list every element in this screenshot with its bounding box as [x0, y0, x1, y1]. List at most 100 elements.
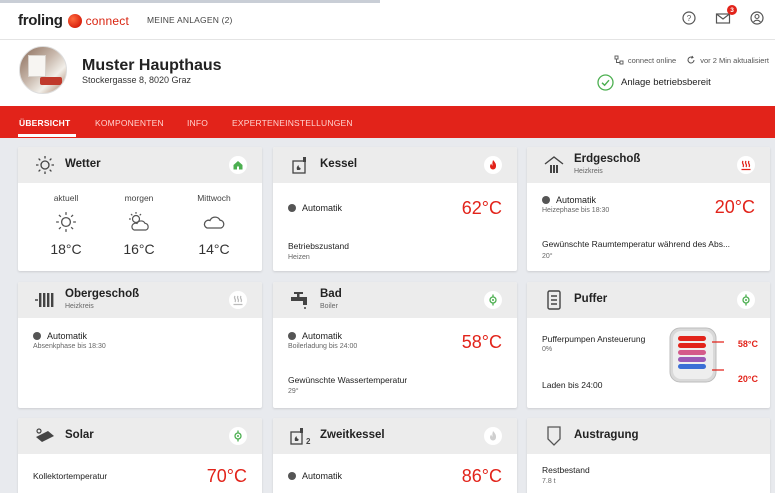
radiator-icon — [33, 289, 57, 311]
phase-text: Heizephase bis 18:30 — [542, 207, 610, 214]
second-boiler-temp: 86°C — [461, 466, 502, 486]
clock-icon — [33, 332, 41, 340]
svg-text:2: 2 — [306, 437, 311, 446]
tab-info[interactable]: INFO — [187, 118, 208, 128]
flame-icon[interactable] — [484, 156, 502, 174]
weather-temp: 18°C — [50, 241, 82, 257]
buffer-temp-bottom: 20°C — [737, 374, 758, 384]
nav-meine-anlagen[interactable]: MEINE ANLAGEN (2) — [147, 15, 233, 25]
card-header: 2 Zweitkessel — [273, 418, 517, 454]
last-updated: vor 2 Min aktualisiert — [700, 55, 769, 65]
card-puffer[interactable]: Puffer Pufferpumpen Ansteuerung 0% Laden… — [527, 282, 770, 408]
stock-value: 7.8 t — [542, 478, 556, 485]
top-icons: ? 3 — [679, 5, 767, 28]
account-icon[interactable] — [747, 8, 767, 28]
card-header: Solar — [18, 418, 262, 454]
card-header: Obergeschoß Heizkreis — [18, 282, 262, 318]
target-label: Gewünschte Wassertemperatur — [288, 375, 408, 385]
card-header: Kessel — [273, 147, 517, 183]
svg-text:?: ? — [687, 14, 692, 23]
buffer-temp-top: 58°C — [737, 339, 758, 349]
home-icon[interactable] — [229, 156, 247, 174]
phase-text: Boilerladung bis 24:00 — [288, 343, 358, 350]
mode-label: Automatik — [302, 331, 343, 341]
tab-uebersicht[interactable]: ÜBERSICHT — [19, 118, 70, 128]
refresh-icon[interactable] — [686, 55, 696, 65]
avatar-window — [28, 55, 46, 77]
tap-icon — [288, 289, 312, 311]
avatar — [19, 46, 67, 94]
heating-active-icon[interactable] — [737, 156, 755, 174]
target-value: 29° — [288, 388, 299, 395]
mode-label: Automatik — [47, 331, 88, 341]
connection-status: connect online vor 2 Min aktualisiert — [614, 55, 769, 65]
pump-icon[interactable] — [229, 427, 247, 445]
card-header: Puffer — [527, 282, 770, 318]
house-radiator-icon — [542, 154, 566, 176]
card-erdgeschoss[interactable]: Erdgeschoß Heizkreis Automatik Heizephas… — [527, 147, 770, 271]
tab-komponenten[interactable]: KOMPONENTEN — [95, 118, 164, 128]
mode-indicator: Automatik — [542, 195, 596, 205]
card-kessel[interactable]: Kessel Automatik 62°C Betriebszustand He… — [273, 147, 517, 271]
tab-experteneinstellungen[interactable]: EXPERTENEINSTELLUNGEN — [232, 118, 353, 128]
card-title: Obergeschoß — [65, 288, 140, 300]
clock-icon — [288, 472, 296, 480]
buffer-tank-icon — [542, 289, 566, 311]
mode-indicator: Automatik — [288, 471, 342, 481]
card-subtitle: Heizkreis — [65, 303, 94, 310]
check-circle-icon — [597, 74, 614, 91]
heating-inactive-icon[interactable] — [229, 291, 247, 309]
card-austragung[interactable]: Austragung Restbestand 7.8 t — [527, 418, 770, 493]
mode-label: Automatik — [302, 471, 343, 481]
card-subtitle: Boiler — [320, 303, 338, 310]
avatar-sofa — [40, 77, 62, 85]
card-solar[interactable]: Solar Kollektortemperatur 70°C — [18, 418, 262, 493]
pump-icon[interactable] — [737, 291, 755, 309]
logo-dot-icon — [67, 13, 82, 28]
weather-temp: 16°C — [123, 241, 155, 257]
boiler-icon — [288, 154, 312, 176]
card-header: Erdgeschoß Heizkreis — [527, 147, 770, 183]
card-title: Erdgeschoß — [574, 153, 641, 165]
buffer-tank-graphic — [668, 326, 724, 384]
card-title: Austragung — [574, 429, 639, 441]
partly-cloudy-icon — [109, 211, 169, 233]
flame-inactive-icon[interactable] — [484, 427, 502, 445]
card-title: Solar — [65, 429, 94, 441]
card-subtitle: Heizkreis — [574, 168, 603, 175]
pump-value: 0% — [542, 346, 553, 353]
silo-icon — [542, 425, 566, 447]
card-wetter[interactable]: Wetter aktuell morgen Mittwoch 18°C 16°C… — [18, 147, 262, 271]
collector-temp: 70°C — [206, 466, 247, 486]
card-title: Zweitkessel — [320, 429, 385, 441]
connect-status-text: connect online — [627, 55, 677, 65]
weather-temp: 14°C — [198, 241, 230, 257]
card-obergeschoss[interactable]: Obergeschoß Heizkreis Automatik Absenkph… — [18, 282, 262, 408]
logo[interactable]: froling connect — [18, 12, 129, 29]
card-title: Puffer — [574, 293, 608, 305]
card-title: Wetter — [65, 158, 101, 170]
mode-label: Automatik — [302, 203, 343, 213]
sun-icon — [33, 154, 57, 176]
clock-icon — [288, 332, 296, 340]
installation-address: Stockergasse 8, 8020 Graz — [82, 75, 192, 85]
top-strip — [0, 0, 380, 3]
installation-header: Muster Haupthaus Stockergasse 8, 8020 Gr… — [0, 40, 775, 106]
pump-label: Pufferpumpen Ansteuerung — [542, 334, 646, 344]
card-zweitkessel[interactable]: 2 Zweitkessel Automatik 86°C — [273, 418, 517, 493]
card-title: Kessel — [320, 158, 358, 170]
weather-day-label: aktuell — [53, 193, 79, 203]
mail-icon[interactable]: 3 — [713, 5, 737, 28]
card-title: Bad — [320, 288, 342, 300]
mode-label: Automatik — [556, 195, 597, 205]
help-icon[interactable]: ? — [679, 8, 699, 28]
collector-label: Kollektortemperatur — [33, 471, 108, 481]
water-temp: 58°C — [461, 332, 502, 352]
pump-icon[interactable] — [484, 291, 502, 309]
mode-indicator: Automatik — [288, 331, 342, 341]
card-bad[interactable]: Bad Boiler Automatik Boilerladung bis 24… — [273, 282, 517, 408]
mode-indicator: Automatik — [33, 331, 87, 341]
installation-name: Muster Haupthaus — [82, 57, 222, 74]
top-bar: froling connect MEINE ANLAGEN (2) ? 3 — [0, 0, 775, 40]
ready-status: Anlage betriebsbereit — [597, 74, 711, 91]
